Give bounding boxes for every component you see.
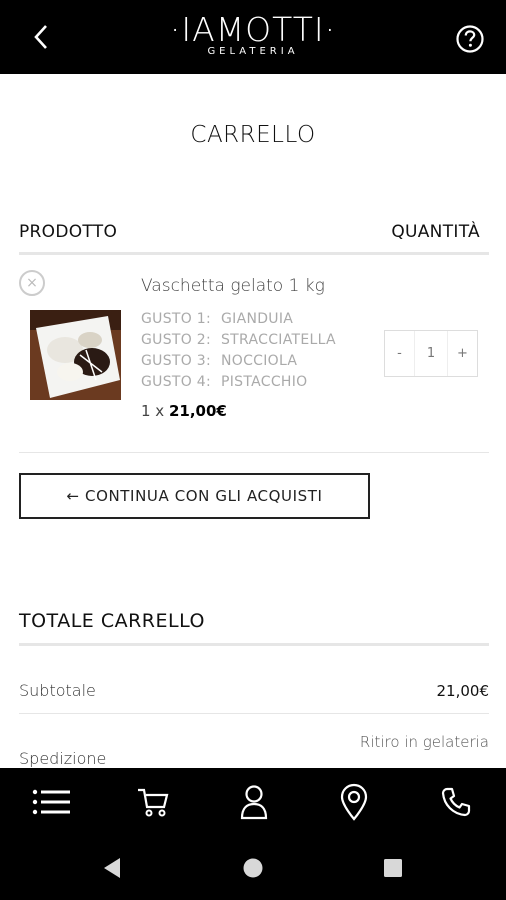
- subtotal-value: 21,00€: [436, 682, 490, 700]
- cart-totals-title: TOTALE CARRELLO: [19, 610, 205, 632]
- quantity-increase-button[interactable]: +: [448, 331, 477, 376]
- help-button[interactable]: [455, 24, 485, 54]
- back-triangle-icon: [104, 858, 120, 878]
- phone-icon: [441, 787, 471, 817]
- page-title: CARRELLO: [190, 122, 316, 148]
- shipping-value: Ritiro in gelateria: [359, 733, 489, 751]
- cart-icon: [138, 788, 169, 817]
- location-pin-icon: [340, 783, 368, 821]
- product-options: GUSTO 1: GIANDUIA GUSTO 2: STRACCIATELLA G…: [141, 309, 336, 393]
- cart-button[interactable]: [133, 782, 173, 822]
- bottom-navigation: [0, 768, 506, 835]
- account-button[interactable]: [234, 782, 274, 822]
- phone-button[interactable]: [436, 782, 476, 822]
- product-image: [30, 310, 121, 400]
- subtotal-label: Subtotale: [19, 681, 96, 700]
- system-back-button[interactable]: [101, 857, 123, 879]
- item-price: 1 x 21,00€: [141, 402, 227, 420]
- brand-name: ·IAMOTTI·: [169, 10, 337, 49]
- quantity-value[interactable]: 1: [414, 331, 448, 376]
- system-home-button[interactable]: [242, 857, 264, 879]
- remove-item-button[interactable]: ×: [19, 270, 45, 296]
- price-quantity-prefix: 1 x: [141, 402, 165, 420]
- quantity-decrease-button[interactable]: -: [385, 331, 414, 376]
- option-row: GUSTO 1: GIANDUIA: [141, 311, 294, 327]
- option-row: GUSTO 4: PISTACCHIO: [141, 374, 308, 390]
- continue-shopping-button[interactable]: ← CONTINUA CON GLI ACQUISTI: [19, 473, 370, 519]
- brand-logo: ·IAMOTTI· GELATERIA: [0, 10, 506, 58]
- location-button[interactable]: [334, 782, 374, 822]
- system-recents-button[interactable]: [382, 857, 404, 879]
- app-header: ·IAMOTTI· GELATERIA: [0, 0, 506, 74]
- product-name: Vaschetta gelato 1 kg: [141, 276, 325, 296]
- brand-subtitle: GELATERIA: [207, 46, 299, 57]
- subtotal-divider: [19, 713, 489, 714]
- home-circle-icon: [243, 858, 263, 878]
- quantity-stepper[interactable]: - 1 +: [384, 330, 478, 377]
- system-navigation-bar: [0, 835, 506, 900]
- header-divider: [19, 252, 489, 255]
- user-icon: [240, 785, 268, 820]
- question-circle-icon: [456, 25, 484, 53]
- column-header-quantity: QUANTITÀ: [391, 222, 480, 242]
- totals-divider: [19, 643, 489, 646]
- menu-icon: [32, 789, 70, 815]
- price-value: 21,00€: [168, 402, 227, 420]
- column-header-product: PRODOTTO: [19, 222, 118, 242]
- option-row: GUSTO 3: NOCCIOLA: [141, 353, 298, 369]
- option-row: GUSTO 2: STRACCIATELLA: [141, 332, 336, 348]
- shipping-label: Spedizione: [19, 749, 107, 768]
- item-divider: [19, 452, 489, 453]
- menu-button[interactable]: [31, 782, 71, 822]
- recents-square-icon: [384, 859, 402, 877]
